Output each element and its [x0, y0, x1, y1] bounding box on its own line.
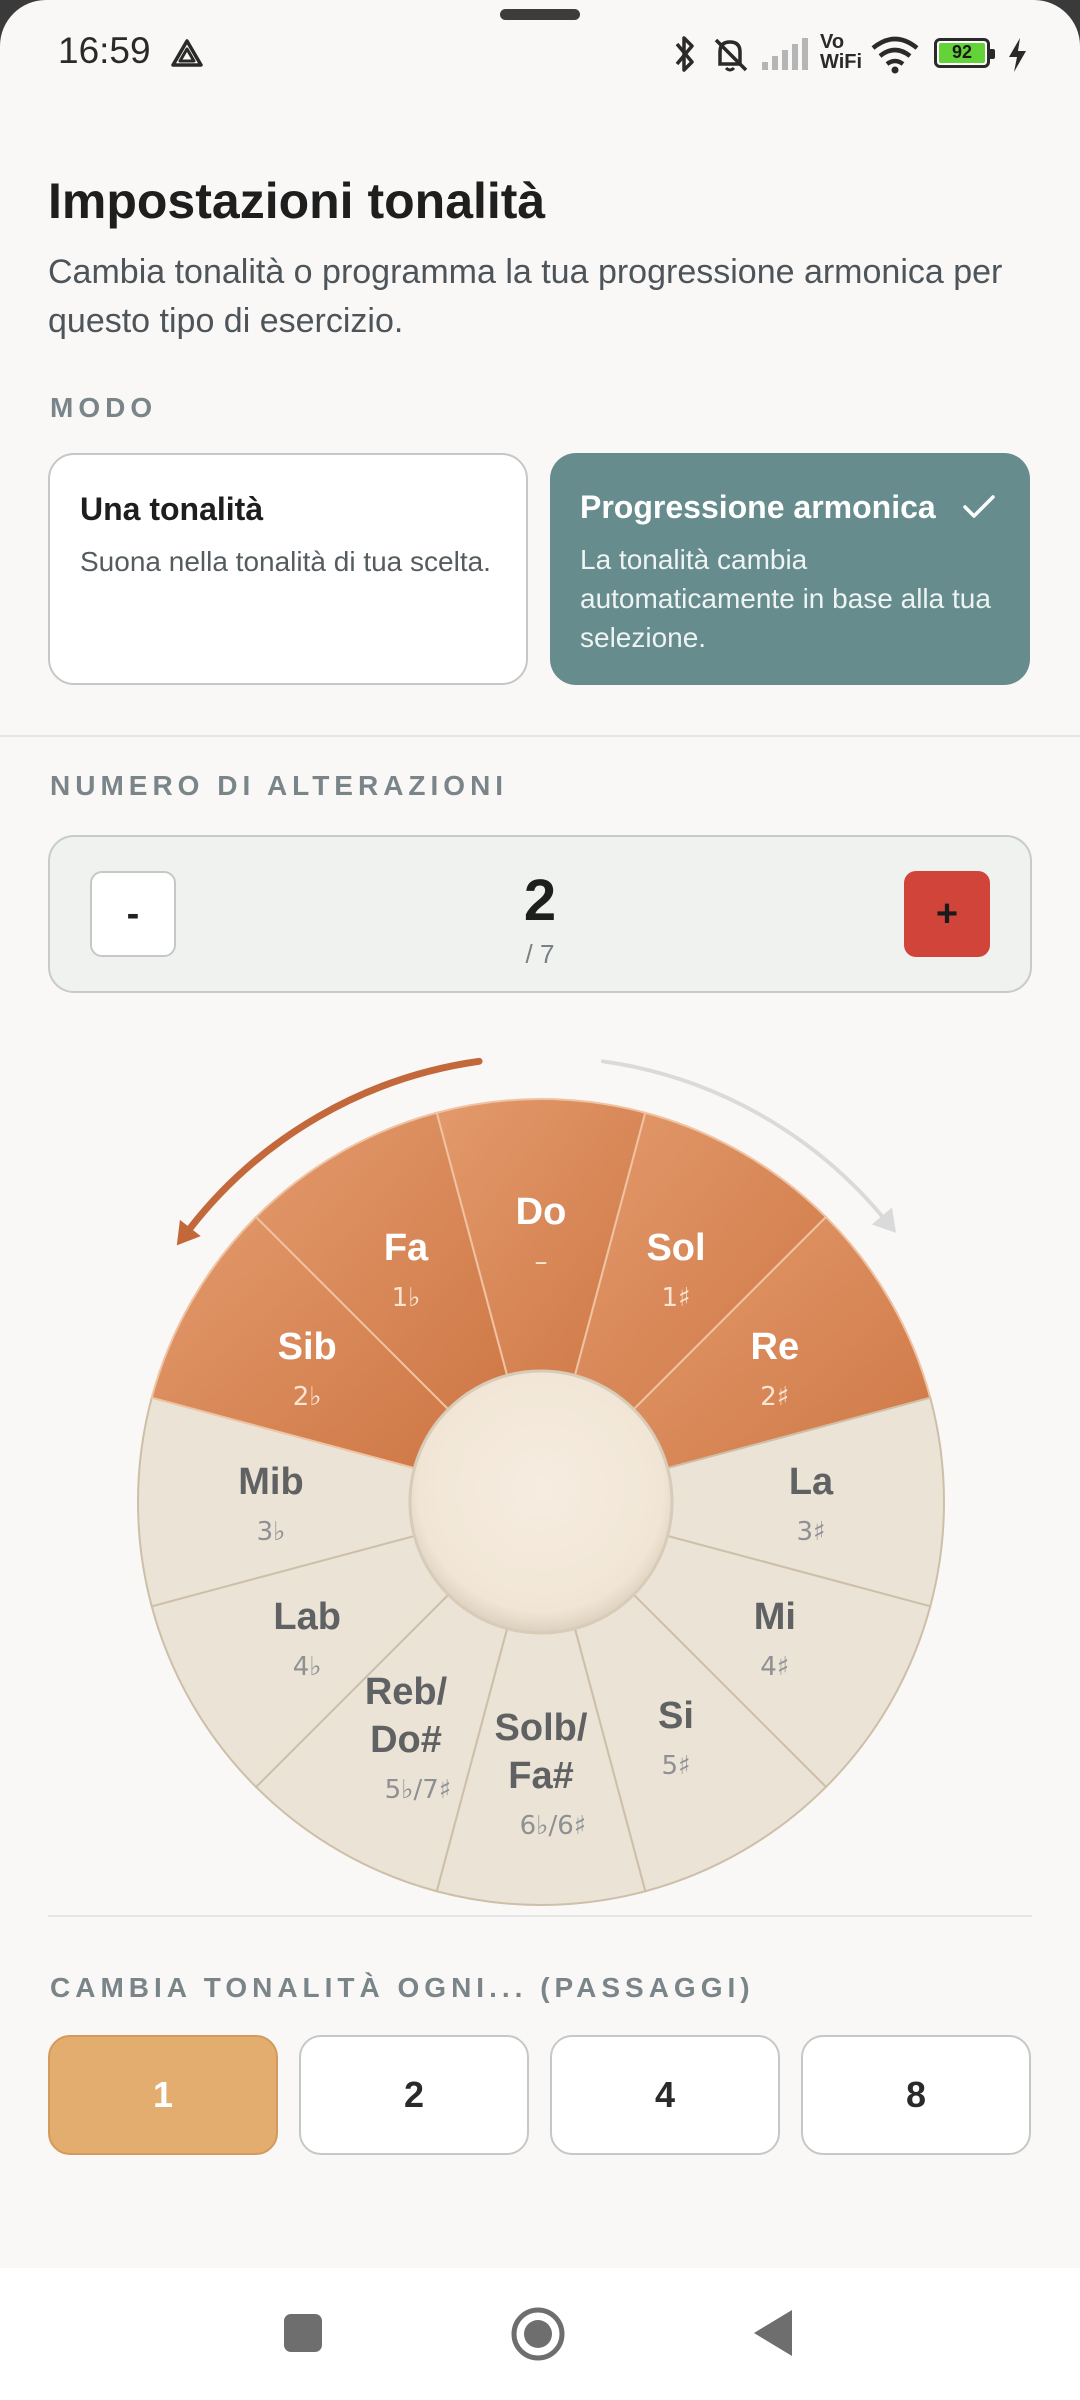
- key-name: Solb/: [495, 1707, 588, 1749]
- mode-option-description: La tonalità cambia automaticamente in ba…: [580, 544, 991, 653]
- accidentals-section-label: NUMERO DI ALTERAZIONI: [50, 770, 509, 801]
- wifi-icon: [871, 36, 919, 74]
- key-name: Mib: [238, 1461, 303, 1503]
- key-accidentals: 4♭: [293, 1652, 322, 1682]
- key-name: Do#: [370, 1719, 442, 1761]
- key-name: Fa#: [508, 1755, 573, 1797]
- interval-option-8[interactable]: 8: [801, 2035, 1031, 2155]
- vowifi-icon: Vo WiFi: [820, 32, 868, 72]
- key-name: Fa: [384, 1227, 429, 1269]
- drive-sync-icon: [171, 39, 203, 67]
- system-navigation-bar: [0, 2268, 1080, 2400]
- mode-section-label: MODO: [50, 392, 158, 423]
- section-divider: [0, 735, 1080, 737]
- mode-option-description: Suona nella tonalità di tua scelta.: [80, 546, 491, 577]
- key-name: Lab: [273, 1596, 341, 1638]
- change-every-section-label: CAMBIA TONALITÀ OGNI... (PASSAGGI): [50, 1972, 755, 2003]
- vowifi-label-bottom: WiFi: [820, 51, 863, 73]
- notifications-muted-icon: [714, 38, 748, 72]
- interval-option-4[interactable]: 4: [550, 2035, 780, 2155]
- mode-option-title: Progressione armonica: [580, 489, 936, 525]
- page-subtitle: Cambia tonalità o programma la tua progr…: [48, 253, 1003, 340]
- key-accidentals: 5♭/7♯: [385, 1775, 452, 1805]
- checkmark-icon: [963, 495, 995, 518]
- charging-icon: [1009, 38, 1026, 72]
- key-accidentals: 2♭: [293, 1382, 322, 1412]
- circle-of-fifths[interactable]: Do – Sol 1♯ Re 2♯ La 3♯ Mi 4♯ Si 5♯ Solb/Fa# 6♭/6♯ Reb…: [0, 1030, 1080, 1930]
- home-button-icon[interactable]: [510, 2306, 566, 2362]
- key-accidentals: 2♯: [760, 1382, 789, 1412]
- accidentals-stepper: - 2 / 7 +: [48, 835, 1032, 993]
- recents-button-icon[interactable]: [282, 2312, 324, 2354]
- key-name: La: [789, 1461, 834, 1503]
- key-name: Mi: [754, 1596, 796, 1638]
- status-time: 16:59: [58, 30, 151, 71]
- back-button-icon[interactable]: [752, 2308, 796, 2358]
- key-name: Si: [658, 1695, 694, 1737]
- key-name: Do: [516, 1191, 567, 1233]
- interval-option-2[interactable]: 2: [299, 2035, 529, 2155]
- key-accidentals: 5♯: [661, 1751, 690, 1781]
- battery-icon: 92: [934, 38, 995, 68]
- interval-option-1[interactable]: 1: [48, 2035, 278, 2155]
- battery-level: 92: [951, 42, 973, 62]
- settings-sheet: 16:59 Vo WiFi 92 Impostazioni tonalità C…: [0, 0, 1080, 2400]
- key-accidentals: 6♭/6♯: [520, 1811, 587, 1841]
- key-accidentals: 3♭: [257, 1517, 286, 1547]
- section-divider: [48, 1915, 1032, 1917]
- mode-option-single-key[interactable]: Una tonalità Suona nella tonalità di tua…: [48, 453, 528, 685]
- mode-option-chord-progression[interactable]: Progressione armonica La tonalità cambia…: [550, 453, 1030, 685]
- key-accidentals: 1♯: [661, 1283, 690, 1313]
- sheet-drag-handle[interactable]: [500, 9, 580, 20]
- key-name: Reb/: [365, 1671, 448, 1713]
- key-accidentals: 1♭: [392, 1283, 421, 1313]
- accidentals-value: 2: [523, 868, 557, 933]
- increment-button[interactable]: +: [904, 871, 990, 957]
- cellular-signal-icon: [762, 38, 808, 70]
- bluetooth-icon: [675, 36, 694, 72]
- page-title: Impostazioni tonalità: [48, 173, 546, 229]
- key-name: Sol: [646, 1227, 705, 1269]
- key-accidentals: –: [535, 1247, 548, 1277]
- key-name: Sib: [278, 1326, 337, 1368]
- key-accidentals: 4♯: [760, 1652, 789, 1682]
- mode-option-title: Una tonalità: [80, 491, 264, 527]
- key-accidentals: 3♯: [796, 1517, 825, 1547]
- key-name: Re: [751, 1326, 800, 1368]
- accidentals-max: / 7: [525, 939, 555, 969]
- vowifi-label-top: Vo: [820, 31, 845, 53]
- circle-center: [408, 1369, 674, 1635]
